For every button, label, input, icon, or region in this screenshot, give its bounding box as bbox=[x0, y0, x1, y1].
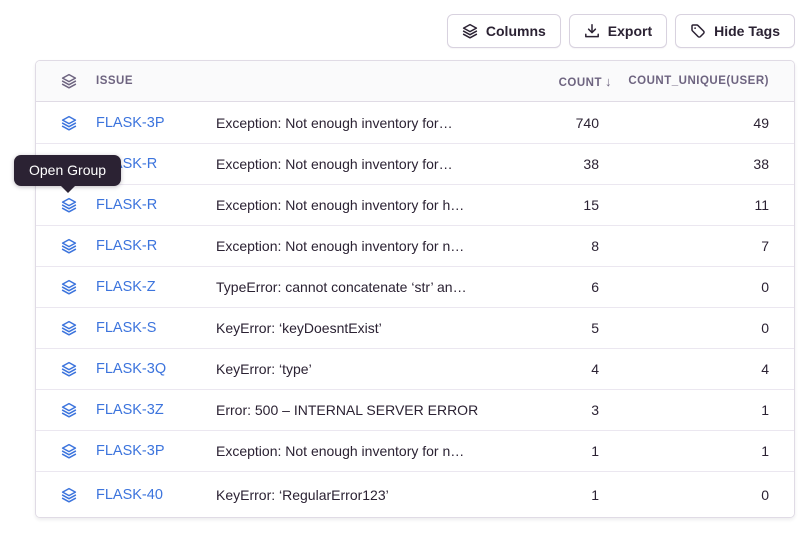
table-row: FLASK-3Q KeyError: ‘type’ 4 4 bbox=[36, 348, 794, 389]
columns-button[interactable]: Columns bbox=[447, 14, 561, 48]
issue-id-link[interactable]: FLASK-R bbox=[96, 238, 216, 254]
count-value: 1 bbox=[499, 487, 599, 503]
layers-icon bbox=[61, 73, 77, 89]
count-unique-value: 11 bbox=[599, 197, 769, 213]
open-group-icon[interactable] bbox=[61, 320, 77, 336]
issue-title: Exception: Not enough inventory for… bbox=[216, 115, 499, 131]
table-row: FLASK-R Exception: Not enough inventory … bbox=[36, 225, 794, 266]
count-header-label: COUNT bbox=[559, 77, 602, 89]
table-row: FLASK-R Exception: Not enough inventory … bbox=[36, 143, 794, 184]
count-unique-value: 7 bbox=[599, 238, 769, 254]
count-unique-value: 0 bbox=[599, 487, 769, 503]
issue-id-link[interactable]: FLASK-3Z bbox=[96, 402, 216, 418]
export-button[interactable]: Export bbox=[569, 14, 667, 48]
issue-title: KeyError: ‘type’ bbox=[216, 361, 499, 377]
count-unique-value: 4 bbox=[599, 361, 769, 377]
count-value: 38 bbox=[499, 156, 599, 172]
count-unique-value: 1 bbox=[599, 402, 769, 418]
results-table: ISSUE COUNT↓ COUNT_UNIQUE(USER) FLASK-3P… bbox=[35, 60, 795, 518]
column-header-count-unique[interactable]: COUNT_UNIQUE(USER) bbox=[599, 75, 769, 87]
issue-id-link[interactable]: FLASK-R bbox=[96, 197, 216, 213]
open-group-icon[interactable] bbox=[61, 443, 77, 459]
count-unique-value: 0 bbox=[599, 320, 769, 336]
tag-icon bbox=[690, 23, 706, 39]
hide-tags-button-label: Hide Tags bbox=[714, 23, 780, 39]
issue-id-link[interactable]: FLASK-Z bbox=[96, 279, 216, 295]
issue-id-link[interactable]: FLASK-3Q bbox=[96, 361, 216, 377]
columns-button-label: Columns bbox=[486, 23, 546, 39]
tooltip-arrow bbox=[60, 185, 76, 193]
issue-id-link[interactable]: FLASK-S bbox=[96, 320, 216, 336]
table-row: FLASK-40 KeyError: ‘RegularError123’ 1 0 bbox=[36, 471, 794, 517]
table-toolbar: Columns Export Hide Tags bbox=[447, 14, 795, 48]
count-value: 15 bbox=[499, 197, 599, 213]
count-unique-value: 38 bbox=[599, 156, 769, 172]
count-unique-value: 49 bbox=[599, 115, 769, 131]
count-unique-value: 1 bbox=[599, 443, 769, 459]
export-button-label: Export bbox=[608, 23, 652, 39]
issue-title: Exception: Not enough inventory for n… bbox=[216, 443, 499, 459]
issue-id-link[interactable]: FLASK-3P bbox=[96, 443, 216, 459]
issue-title: Exception: Not enough inventory for h… bbox=[216, 197, 499, 213]
count-value: 8 bbox=[499, 238, 599, 254]
table-row: FLASK-R Exception: Not enough inventory … bbox=[36, 184, 794, 225]
column-header-issue[interactable]: ISSUE bbox=[96, 75, 216, 87]
count-value: 5 bbox=[499, 320, 599, 336]
count-value: 740 bbox=[499, 115, 599, 131]
count-value: 3 bbox=[499, 402, 599, 418]
hide-tags-button[interactable]: Hide Tags bbox=[675, 14, 795, 48]
count-value: 4 bbox=[499, 361, 599, 377]
issue-title: KeyError: ‘keyDoesntExist’ bbox=[216, 320, 499, 336]
open-group-icon[interactable] bbox=[61, 115, 77, 131]
column-header-count[interactable]: COUNT↓ bbox=[499, 74, 612, 89]
count-unique-value: 0 bbox=[599, 279, 769, 295]
open-group-icon[interactable] bbox=[61, 361, 77, 377]
issue-id-link[interactable]: FLASK-3P bbox=[96, 115, 216, 131]
table-body: FLASK-3P Exception: Not enough inventory… bbox=[36, 102, 794, 517]
open-group-icon[interactable] bbox=[61, 487, 77, 503]
open-group-icon[interactable] bbox=[61, 238, 77, 254]
table-row: FLASK-S KeyError: ‘keyDoesntExist’ 5 0 bbox=[36, 307, 794, 348]
open-group-icon[interactable] bbox=[61, 197, 77, 213]
issue-title: Exception: Not enough inventory for n… bbox=[216, 238, 499, 254]
open-group-icon[interactable] bbox=[61, 402, 77, 418]
open-group-tooltip: Open Group bbox=[14, 155, 121, 186]
layers-icon bbox=[462, 23, 478, 39]
issue-id-link[interactable]: FLASK-40 bbox=[96, 487, 216, 503]
count-value: 1 bbox=[499, 443, 599, 459]
download-icon bbox=[584, 23, 600, 39]
table-row: FLASK-Z TypeError: cannot concatenate ‘s… bbox=[36, 266, 794, 307]
issue-title: Error: 500 – INTERNAL SERVER ERROR bbox=[216, 402, 499, 418]
issue-title: KeyError: ‘RegularError123’ bbox=[216, 487, 499, 503]
table-row: FLASK-3P Exception: Not enough inventory… bbox=[36, 430, 794, 471]
tooltip-label: Open Group bbox=[29, 162, 106, 178]
table-row: FLASK-3P Exception: Not enough inventory… bbox=[36, 102, 794, 143]
table-header-row: ISSUE COUNT↓ COUNT_UNIQUE(USER) bbox=[36, 61, 794, 102]
count-value: 6 bbox=[499, 279, 599, 295]
issue-title: Exception: Not enough inventory for… bbox=[216, 156, 499, 172]
open-group-icon[interactable] bbox=[61, 279, 77, 295]
table-row: FLASK-3Z Error: 500 – INTERNAL SERVER ER… bbox=[36, 389, 794, 430]
issue-title: TypeError: cannot concatenate ‘str’ an… bbox=[216, 279, 499, 295]
